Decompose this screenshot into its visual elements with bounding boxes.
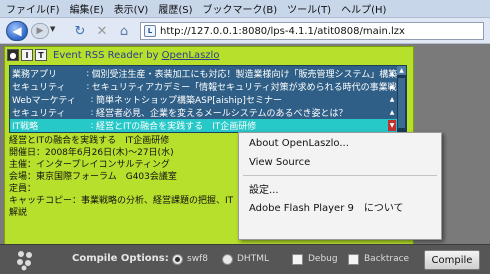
compile-options-label: Compile Options: xyxy=(72,253,169,264)
swf8-radio[interactable] xyxy=(172,254,183,265)
row-collapse-icon[interactable]: ▼ xyxy=(388,120,396,131)
app-title-prefix: Event RSS Reader by xyxy=(53,49,162,61)
home-icon[interactable]: ⌂ xyxy=(116,23,132,39)
address-bar[interactable]: L http://127.0.0.1:8080/lps-4.1.1/atit08… xyxy=(140,22,484,40)
row-expand-icon[interactable]: ▲ xyxy=(388,68,396,79)
feed-row[interactable]: セキュリティ: 経営者必見、企業を変えるメールシステムのあるべき姿とは？ xyxy=(10,106,398,120)
feed-title: 簡単ネットショップ構築ASP[aiship]セミナー xyxy=(96,96,282,106)
compile-bar: Compile Options: swf8 DHTML Debug Backtr… xyxy=(0,244,490,274)
openlaszlo-link[interactable]: OpenLaszlo xyxy=(162,50,220,61)
backtrace-checkbox[interactable] xyxy=(348,254,359,265)
feed-row[interactable]: セキュリティ: セキュリティアカデミー「情報セキュリティ対策が求められる時代の事業… xyxy=(10,80,398,94)
menu-help[interactable]: ヘルプ(H) xyxy=(341,1,386,16)
feed-title: 経営者必見、企業を変えるメールシステムのあるべき姿とは？ xyxy=(96,109,348,119)
app-title: Event RSS Reader by OpenLaszlo xyxy=(53,50,219,61)
debug-label: Debug xyxy=(308,254,338,264)
feed-row[interactable]: 業務アプリ: 個別受注生産・表装加工にも対応！製造業様向け「販売管理システム」構築… xyxy=(10,67,398,81)
header-button-t[interactable]: T xyxy=(35,49,47,61)
back-button[interactable]: ◀ xyxy=(6,21,28,41)
forward-button[interactable]: ▶ xyxy=(31,23,49,39)
feed-title: 経営とITの融合を実践する IT企画研修 xyxy=(96,122,257,132)
laszlo-logo-icon xyxy=(17,251,32,271)
page-favicon-icon: L xyxy=(144,25,156,37)
navigation-toolbar: ◀ ▶ ▼ ↻ ✕ ⌂ L http://127.0.0.1:8080/lps-… xyxy=(0,18,490,44)
scroll-up-icon[interactable]: ▲ xyxy=(397,66,406,75)
dhtml-radio[interactable] xyxy=(222,254,233,265)
menu-edit[interactable]: 編集(E) xyxy=(70,1,104,16)
reload-icon[interactable]: ↻ xyxy=(72,23,88,39)
header-button-i[interactable]: I xyxy=(21,49,33,61)
feed-row-selected[interactable]: IT戦略: 経営とITの融合を実践する IT企画研修 xyxy=(10,119,398,132)
row-expand-icon[interactable]: ▲ xyxy=(388,81,396,92)
menu-item-view-source[interactable]: View Source xyxy=(249,157,310,168)
feed-list: 業務アプリ: 個別受注生産・表装加工にも対応！製造業様向け「販売管理システム」構築… xyxy=(9,65,407,133)
address-url[interactable]: http://127.0.0.1:8080/lps-4.1.1/atit0808… xyxy=(160,26,405,37)
feed-category: Webマーケティ xyxy=(12,96,76,106)
info-icon[interactable]: ● xyxy=(7,49,19,61)
dhtml-label: DHTML xyxy=(237,254,269,264)
menu-bar: ファイル(F) 編集(E) 表示(V) 履歴(S) ブックマーク(B) ツール(… xyxy=(0,0,490,18)
menu-file[interactable]: ファイル(F) xyxy=(6,1,60,16)
feed-category: セキュリティ xyxy=(12,109,66,119)
feed-category: セキュリティ xyxy=(12,83,66,93)
debug-checkbox[interactable] xyxy=(292,254,303,265)
context-menu: About OpenLaszlo... View Source 設定... Ad… xyxy=(238,132,442,240)
feed-row[interactable]: Webマーケティ: 簡単ネットショップ構築ASP[aiship]セミナー xyxy=(10,93,398,107)
feed-title: セキュリティアカデミー「情報セキュリティ対策が求められる時代の事業戦略」 xyxy=(91,83,398,93)
feed-category: IT戦略 xyxy=(12,122,39,132)
feed-title: 個別受注生産・表装加工にも対応！製造業様向け「販売管理システム」構築セミ xyxy=(91,70,398,80)
menu-divider xyxy=(243,175,437,176)
feed-category: 業務アプリ xyxy=(12,70,58,80)
history-dropdown-icon[interactable]: ▼ xyxy=(50,25,60,37)
menu-tools[interactable]: ツール(T) xyxy=(287,1,331,16)
app-header: ● I T Event RSS Reader by OpenLaszlo xyxy=(5,47,413,63)
row-expand-icon[interactable]: ▲ xyxy=(388,94,396,105)
menu-item-about-openlaszlo[interactable]: About OpenLaszlo... xyxy=(249,138,349,149)
swf8-label: swf8 xyxy=(187,254,208,264)
menu-bookmarks[interactable]: ブックマーク(B) xyxy=(203,1,278,16)
menu-item-about-flash-player[interactable]: Adobe Flash Player 9 について xyxy=(249,199,404,214)
menu-history[interactable]: 履歴(S) xyxy=(158,1,192,16)
menu-view[interactable]: 表示(V) xyxy=(114,1,149,16)
feed-scrollbar[interactable]: ▲ xyxy=(397,66,406,132)
backtrace-label: Backtrace xyxy=(364,254,410,264)
row-expand-icon[interactable]: ▲ xyxy=(388,107,396,118)
stop-icon[interactable]: ✕ xyxy=(94,23,110,39)
menu-item-settings[interactable]: 設定... xyxy=(249,181,279,196)
compile-button[interactable]: Compile xyxy=(424,250,480,270)
scroll-thumb[interactable] xyxy=(398,78,405,128)
